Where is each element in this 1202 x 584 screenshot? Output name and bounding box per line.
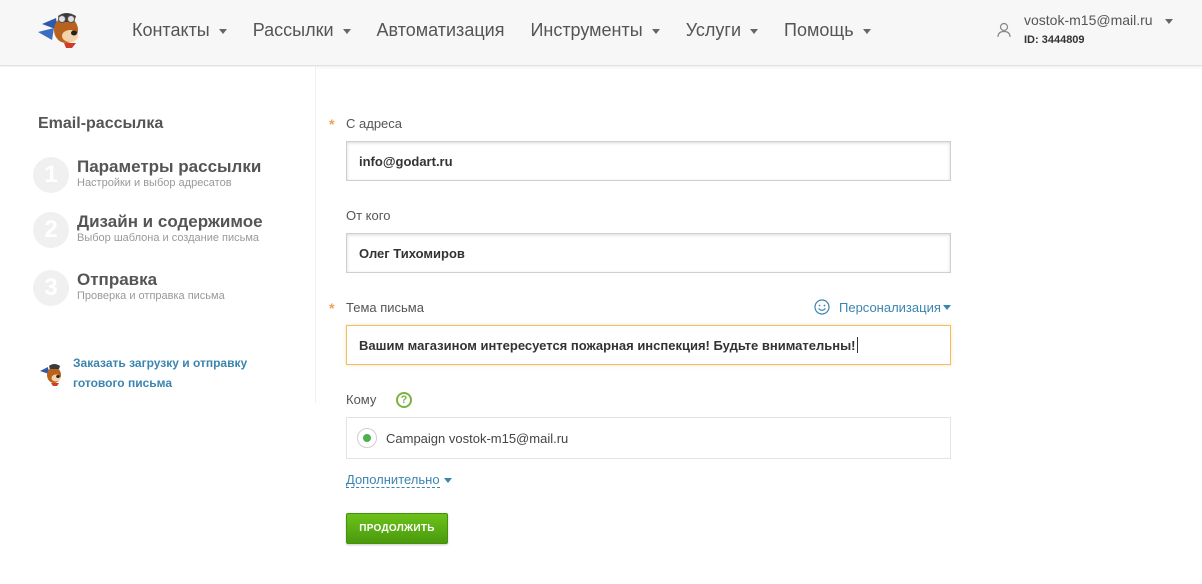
- from-address-field[interactable]: info@godart.ru: [346, 141, 951, 181]
- nav-automation[interactable]: Автоматизация: [377, 20, 505, 41]
- user-email[interactable]: vostok-m15@mail.ru: [1024, 12, 1173, 28]
- help-icon[interactable]: ?: [396, 392, 412, 408]
- step-subtitle: Выбор шаблона и создание письма: [77, 232, 260, 244]
- step-2[interactable]: 2 Дизайн и содержимое Выбор шаблона и со…: [33, 212, 263, 248]
- to-label: Кому: [346, 392, 377, 407]
- personalization-dropdown[interactable]: Персонализация: [814, 299, 951, 315]
- logo-icon[interactable]: [36, 10, 86, 50]
- step-3[interactable]: 3 Отправка Проверка и отправка письма: [33, 270, 225, 306]
- chevron-down-icon: [342, 28, 351, 34]
- from-address-value: info@godart.ru: [359, 153, 453, 169]
- chevron-down-icon: [218, 28, 227, 34]
- from-name-value: Олег Тихомиров: [359, 245, 465, 261]
- step-number: 3: [33, 270, 69, 306]
- step-title: Параметры рассылки: [77, 157, 262, 176]
- chevron-down-icon: [750, 28, 759, 34]
- step-title: Отправка: [77, 270, 158, 289]
- sidebar: Email-рассылка 1 Параметры рассылки Наст…: [0, 67, 316, 403]
- more-options-label: Дополнительно: [346, 472, 440, 488]
- order-upload-link[interactable]: Заказать загрузку и отправку готового пи…: [73, 353, 273, 393]
- chevron-down-icon: [1164, 18, 1173, 24]
- required-marker: *: [329, 116, 335, 132]
- more-options-toggle[interactable]: Дополнительно: [346, 472, 452, 488]
- sidebar-title: Email-рассылка: [38, 115, 164, 132]
- main-nav: Контакты Рассылки Автоматизация Инструме…: [132, 0, 897, 60]
- nav-contacts-label: Контакты: [132, 19, 210, 40]
- step-subtitle: Настройки и выбор адресатов: [77, 177, 232, 189]
- subject-label: Тема письма: [346, 300, 424, 315]
- nav-services[interactable]: Услуги: [685, 19, 759, 41]
- step-title: Дизайн и содержимое: [77, 212, 263, 231]
- step-1[interactable]: 1 Параметры рассылки Настройки и выбор а…: [33, 157, 261, 193]
- subject-value: Вашим магазином интересуется пожарная ин…: [359, 337, 856, 353]
- radio-button[interactable]: [357, 428, 377, 448]
- user-id: ID: 3444809: [1024, 34, 1085, 46]
- nav-tools[interactable]: Инструменты: [530, 19, 660, 41]
- chevron-down-icon: [651, 28, 660, 34]
- mascot-icon: [40, 364, 61, 386]
- step-number: 2: [33, 212, 69, 248]
- nav-automation-label: Автоматизация: [376, 19, 505, 40]
- nav-services-label: Услуги: [685, 19, 742, 40]
- radio-selected-dot: [363, 434, 371, 442]
- order-service: Заказать загрузку и отправку готового пи…: [38, 353, 273, 393]
- top-header: Контакты Рассылки Автоматизация Инструме…: [0, 0, 1202, 66]
- chevron-down-icon: [443, 477, 452, 483]
- nav-mailings[interactable]: Рассылки: [253, 20, 351, 41]
- nav-tools-label: Инструменты: [530, 19, 643, 40]
- text-cursor: [856, 337, 858, 353]
- smiley-icon: [814, 299, 830, 315]
- recipient-label: Campaign vostok-m15@mail.ru: [386, 430, 569, 446]
- required-marker: *: [329, 300, 335, 316]
- user-menu[interactable]: vostok-m15@mail.ru ID: 3444809: [996, 12, 1173, 46]
- from-name-label: От кого: [346, 208, 391, 223]
- nav-mailings-label: Рассылки: [252, 19, 334, 40]
- chevron-down-icon: [862, 28, 871, 34]
- recipient-option[interactable]: Campaign vostok-m15@mail.ru: [346, 417, 951, 459]
- step-subtitle: Проверка и отправка письма: [77, 290, 225, 302]
- user-icon: [997, 22, 1011, 38]
- continue-button[interactable]: ПРОДОЛЖИТЬ: [346, 513, 448, 544]
- step-number: 1: [33, 157, 69, 193]
- nav-help-label: Помощь: [784, 19, 854, 40]
- chevron-down-icon: [942, 304, 951, 310]
- nav-help[interactable]: Помощь: [784, 20, 871, 41]
- subject-field[interactable]: Вашим магазином интересуется пожарная ин…: [346, 325, 951, 365]
- personalization-label: Персонализация: [839, 299, 941, 315]
- from-name-field[interactable]: Олег Тихомиров: [346, 233, 951, 273]
- user-email-text: vostok-m15@mail.ru: [1024, 12, 1153, 28]
- nav-contacts[interactable]: Контакты: [132, 20, 227, 41]
- from-address-label: С адреса: [346, 116, 403, 131]
